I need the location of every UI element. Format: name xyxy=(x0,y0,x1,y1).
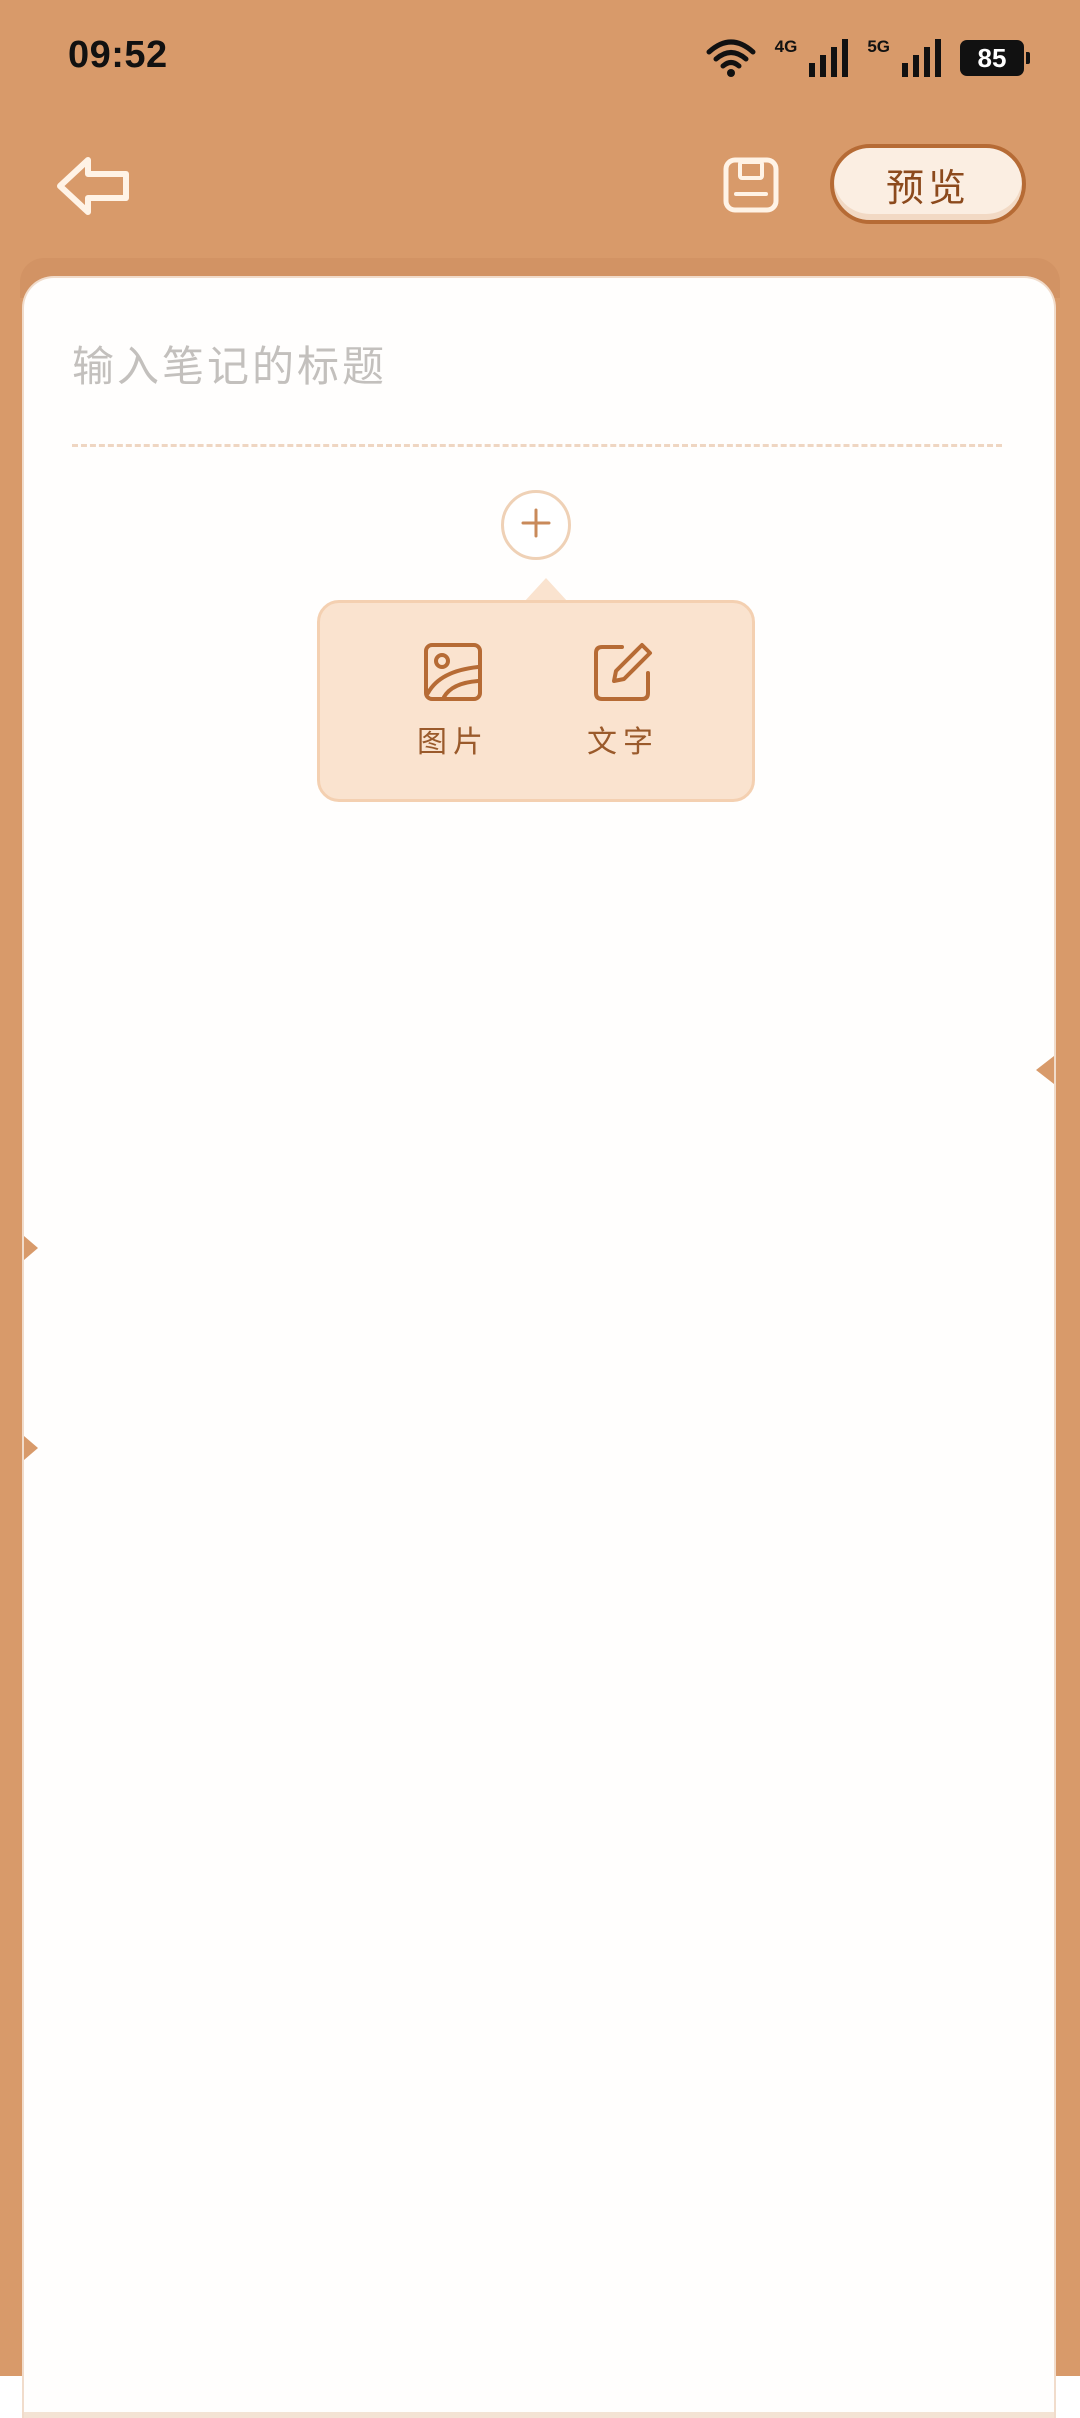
wifi-icon xyxy=(705,38,757,78)
status-bar: 09:52 4G 5G 85 xyxy=(0,0,1080,110)
preview-button[interactable]: 预览 xyxy=(830,144,1026,224)
insert-image-label: 图片 xyxy=(417,725,489,760)
edge-notch-decor xyxy=(1036,1056,1054,1084)
battery-indicator: 85 xyxy=(960,40,1030,76)
battery-level: 85 xyxy=(977,42,1007,73)
plus-icon xyxy=(518,505,554,545)
save-button[interactable] xyxy=(720,154,782,216)
insert-menu-popover: 图片 文字 xyxy=(317,600,755,802)
edge-notch-decor xyxy=(24,1236,38,1260)
insert-image-option[interactable]: 图片 xyxy=(393,641,513,761)
insert-text-label: 文字 xyxy=(587,725,659,760)
edge-notch-decor xyxy=(24,1436,38,1460)
status-time: 09:52 xyxy=(68,34,168,76)
app-screen: 09:52 4G 5G 85 预览 输入笔记的标题 图片 文字 xyxy=(0,0,1080,2418)
image-icon xyxy=(422,641,484,707)
status-icons: 4G 5G 85 xyxy=(705,34,1030,82)
save-disk-icon xyxy=(720,157,782,220)
edit-text-icon xyxy=(592,641,654,707)
signal-strength-icon xyxy=(902,39,942,77)
back-button[interactable] xyxy=(54,146,134,226)
network-type-label: 5G xyxy=(867,36,890,56)
insert-text-option[interactable]: 文字 xyxy=(563,641,683,761)
network-type-label: 4G xyxy=(774,36,798,56)
signal-strength-icon xyxy=(809,39,849,77)
title-divider xyxy=(72,444,1002,447)
back-arrow-icon xyxy=(54,157,134,230)
add-content-button[interactable] xyxy=(501,490,571,560)
popover-arrow xyxy=(524,578,568,602)
note-title-input[interactable] xyxy=(72,330,1002,402)
